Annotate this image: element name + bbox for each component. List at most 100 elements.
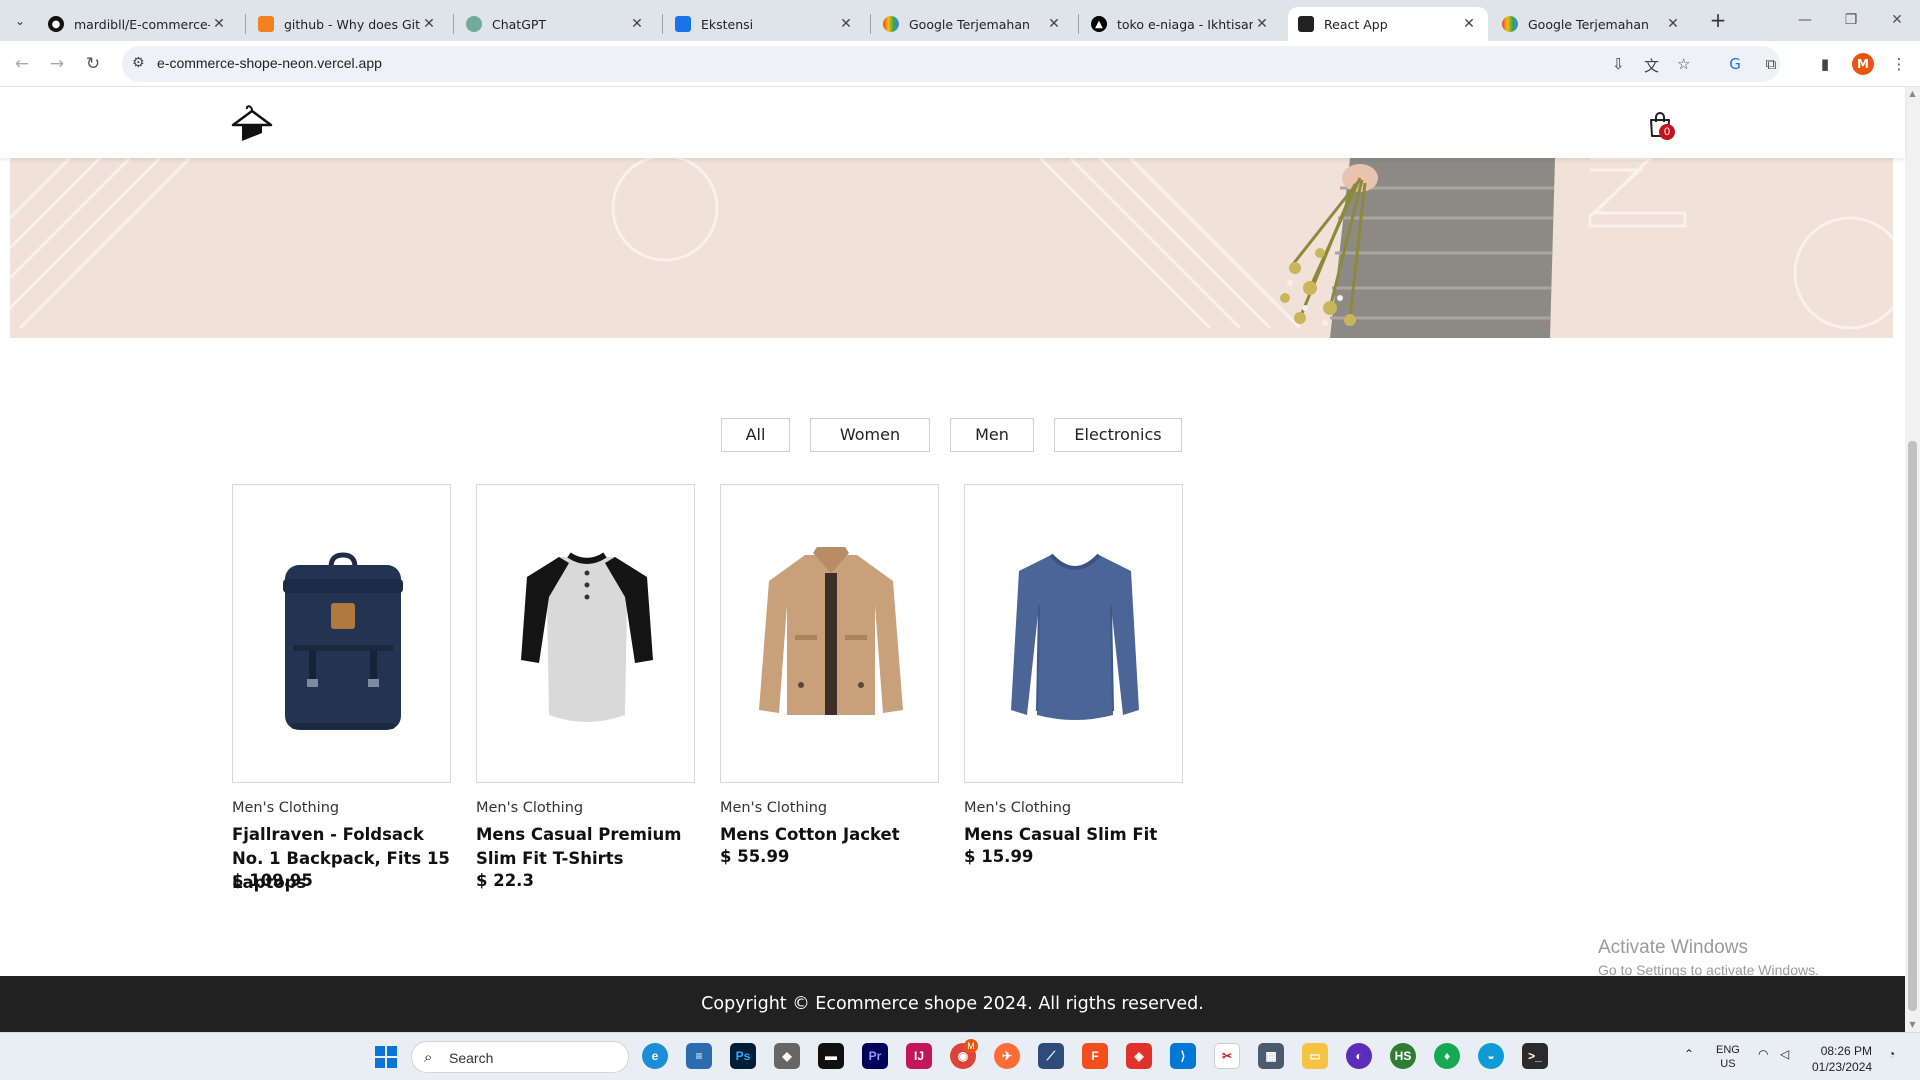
plus-icon: +: [1709, 8, 1727, 32]
close-icon: ✕: [1891, 12, 1903, 28]
product-price: $ 55.99: [720, 847, 790, 866]
vscode-icon[interactable]: ⟩: [1170, 1043, 1196, 1069]
tab-vercel[interactable]: ▲ toko e-niaga - Ikhtisar - V ✕: [1081, 7, 1281, 41]
filter-electronics-button[interactable]: Electronics: [1054, 418, 1182, 452]
install-app-icon[interactable]: ⇩: [1612, 55, 1625, 73]
photoshop-icon[interactable]: Ps: [730, 1043, 756, 1069]
translate-icon[interactable]: 文: [1644, 55, 1659, 76]
reload-button[interactable]: ↻: [80, 51, 106, 77]
github-icon: ●: [48, 16, 64, 32]
premiere-icon[interactable]: Pr: [862, 1043, 888, 1069]
react-icon: [1298, 16, 1314, 32]
close-icon[interactable]: ✕: [1253, 16, 1271, 32]
filter-men-button[interactable]: Men: [950, 418, 1034, 452]
calculator-icon[interactable]: ▦: [1258, 1043, 1284, 1069]
clock-date: 01/23/2024: [1812, 1060, 1873, 1074]
close-icon[interactable]: ✕: [1045, 16, 1063, 32]
edge-dev-icon[interactable]: ◒: [1478, 1043, 1504, 1069]
product-image[interactable]: [476, 484, 695, 783]
edge-icon[interactable]: e: [642, 1043, 668, 1069]
site-settings-icon[interactable]: ⚙: [132, 55, 145, 71]
volume-icon[interactable]: ◁: [1780, 1047, 1789, 1061]
extensions-icon[interactable]: ⧉: [1760, 53, 1782, 75]
forward-button[interactable]: →: [44, 51, 70, 77]
notepad-icon[interactable]: ≡: [686, 1043, 712, 1069]
filter-women-button[interactable]: Women: [810, 418, 930, 452]
tab-google-translate-2[interactable]: Google Terjemahan ✕: [1492, 7, 1692, 41]
scroll-up-icon[interactable]: ▲: [1908, 89, 1917, 99]
product-title[interactable]: Mens Casual Premium Slim Fit T-Shirts: [476, 823, 698, 871]
tab-divider: [453, 14, 454, 34]
puzzle-icon: [675, 16, 691, 32]
url-text[interactable]: e-commerce-shope-neon.vercel.app: [157, 55, 382, 71]
intellij-icon[interactable]: IJ: [906, 1043, 932, 1069]
tor-browser-icon[interactable]: ◐: [1346, 1043, 1372, 1069]
clock[interactable]: 08:26 PM 01/23/2024: [1812, 1043, 1872, 1075]
file-explorer-icon[interactable]: ▭: [1302, 1043, 1328, 1069]
bookmark-star-icon[interactable]: ☆: [1677, 55, 1690, 73]
tab-chatgpt[interactable]: ChatGPT ✕: [456, 7, 656, 41]
arrow-right-icon: →: [49, 54, 65, 74]
restore-icon: ❐: [1844, 12, 1858, 28]
tab-divider: [1078, 14, 1079, 34]
restore-button[interactable]: ❐: [1828, 8, 1874, 32]
activate-windows-watermark: Activate Windows Go to Settings to activ…: [1598, 937, 1819, 978]
product-image[interactable]: [720, 484, 939, 783]
close-icon[interactable]: ✕: [628, 16, 646, 32]
profile-avatar[interactable]: M: [1852, 53, 1874, 75]
reload-icon: ↻: [85, 54, 101, 74]
tab-extensions[interactable]: Ekstensi ✕: [665, 7, 865, 41]
side-panel-icon[interactable]: ▮: [1814, 53, 1836, 75]
terminal-icon[interactable]: ▬: [818, 1043, 844, 1069]
windows-start-icon[interactable]: [375, 1046, 397, 1068]
tab-search-button[interactable]: ⌄: [8, 9, 32, 33]
postman-icon[interactable]: ✈: [994, 1043, 1020, 1069]
site-header: 0: [0, 87, 1905, 158]
cmd-icon[interactable]: >_: [1522, 1043, 1548, 1069]
filter-all-button[interactable]: All: [721, 418, 790, 452]
browser-tab-strip: ⌄ ● mardibll/E-commerce-Sh ✕ github - Wh…: [0, 0, 1920, 41]
back-button[interactable]: ←: [9, 51, 35, 77]
close-window-button[interactable]: ✕: [1874, 8, 1920, 32]
hs-app-icon[interactable]: HS: [1390, 1043, 1416, 1069]
hanger-logo-icon[interactable]: [230, 101, 274, 143]
cart-count-badge[interactable]: 0: [1659, 124, 1675, 140]
product-image[interactable]: [232, 484, 451, 783]
tab-stackoverflow[interactable]: github - Why does Git tel ✕: [248, 7, 448, 41]
scroll-thumb[interactable]: [1908, 441, 1917, 1011]
product-category: Men's Clothing: [476, 800, 584, 816]
address-bar[interactable]: ⚙ e-commerce-shope-neon.vercel.app ⇩ 文 ☆: [122, 46, 1780, 82]
tab-react-app[interactable]: React App ✕: [1288, 7, 1488, 41]
page-scrollbar[interactable]: ▲ ▼: [1905, 87, 1920, 1032]
close-icon[interactable]: ✕: [420, 16, 438, 32]
close-icon[interactable]: ✕: [837, 16, 855, 32]
product-image[interactable]: [964, 484, 1183, 783]
tab-google-translate[interactable]: Google Terjemahan ✕: [873, 7, 1073, 41]
google-translate-icon: [1502, 16, 1518, 32]
close-icon[interactable]: ✕: [1460, 16, 1478, 32]
notification-bell-icon[interactable]: ◔: [1888, 1047, 1895, 1061]
language-indicator[interactable]: ENG US: [1716, 1043, 1740, 1071]
tab-github[interactable]: ● mardibll/E-commerce-Sh ✕: [38, 7, 238, 41]
virtualbox-icon[interactable]: ◆: [774, 1043, 800, 1069]
taskbar-search[interactable]: ⌕ Search: [411, 1041, 629, 1073]
product-title[interactable]: Mens Cotton Jacket: [720, 823, 942, 847]
kebab-menu-icon[interactable]: ⋮: [1888, 53, 1910, 75]
figma-icon[interactable]: F: [1082, 1043, 1108, 1069]
chatgpt-icon: [466, 16, 482, 32]
tab-title: Google Terjemahan: [909, 16, 1030, 32]
tray-overflow-icon[interactable]: ⌃: [1684, 1047, 1694, 1061]
anydesk-icon[interactable]: ◈: [1126, 1043, 1152, 1069]
snipping-tool-icon[interactable]: ✂: [1214, 1043, 1240, 1069]
tab-title: github - Why does Git tel: [284, 16, 420, 32]
minimize-button[interactable]: —: [1782, 8, 1828, 32]
wifi-icon[interactable]: ◠: [1758, 1047, 1768, 1061]
close-icon[interactable]: ✕: [210, 16, 228, 32]
mysql-workbench-icon[interactable]: ⟋: [1038, 1043, 1064, 1069]
scroll-down-icon[interactable]: ▼: [1908, 1020, 1917, 1030]
product-title[interactable]: Mens Casual Slim Fit: [964, 823, 1186, 847]
google-translate-extension-icon[interactable]: G: [1724, 53, 1746, 75]
close-icon[interactable]: ✕: [1664, 16, 1682, 32]
new-tab-button[interactable]: +: [1705, 8, 1731, 34]
mongodb-compass-icon[interactable]: ♦: [1434, 1043, 1460, 1069]
